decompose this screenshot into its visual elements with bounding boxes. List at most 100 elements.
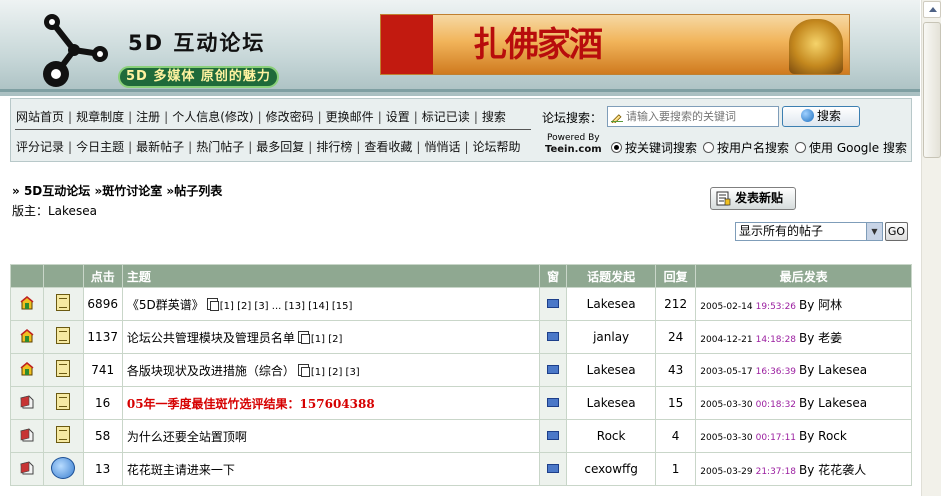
nav-link-help[interactable]: 论坛帮助 xyxy=(473,140,521,154)
window-cell xyxy=(539,419,568,453)
mood-cell xyxy=(43,419,84,453)
scroll-up-icon[interactable] xyxy=(923,1,941,18)
topic-title-link[interactable]: 《5D群英谱》 xyxy=(127,298,204,312)
nav-row-primary: 网站首页 | 规章制度 | 注册 | 个人信息(修改) | 修改密码 | 更换邮件 | 设置 | 标记已读 |… xyxy=(16,110,506,124)
banner-lion-graphic xyxy=(789,19,843,74)
search-label: 论坛搜索： xyxy=(542,111,603,125)
author-name[interactable]: cexowffg xyxy=(584,462,638,476)
go-button[interactable]: GO xyxy=(885,222,908,241)
nav-link-search[interactable]: 搜索 xyxy=(482,110,506,124)
window-cell xyxy=(539,320,568,354)
status-cell xyxy=(9,452,45,486)
last-post-time: 00:17:11 xyxy=(755,433,797,443)
chevron-down-icon[interactable]: ▼ xyxy=(866,223,882,240)
table-row: 16 05年一季度最佳斑竹选评结果：157604388 Lakesea 15 2005-… xyxy=(9,386,912,420)
note-mood-icon xyxy=(56,426,71,443)
hot-topic-icon xyxy=(20,361,34,375)
last-post-author[interactable]: By Rock xyxy=(799,429,847,443)
page-links[interactable]: [1] [2] [3] xyxy=(309,367,360,378)
topic-title-link[interactable]: 花花斑主请进来一下 xyxy=(127,463,235,477)
nav-link-mark-read[interactable]: 标记已读 xyxy=(422,110,470,124)
nav-link-ranking[interactable]: 排行榜 xyxy=(316,140,352,154)
header-mood xyxy=(43,264,84,288)
nav-link-settings[interactable]: 设置 xyxy=(386,110,410,124)
replies-cell: 43 xyxy=(654,353,697,387)
new-post-label: 发表新贴 xyxy=(735,191,784,205)
nav-link-change-email[interactable]: 更换邮件 xyxy=(326,110,374,124)
window-cell xyxy=(539,353,568,387)
nav-link-profile[interactable]: 个人信息(修改) xyxy=(172,110,253,124)
banner-text: 扎佛家酒 xyxy=(473,25,603,65)
nav-link-favorites[interactable]: 查看收藏 xyxy=(364,140,412,154)
page-links[interactable]: [1] [2] [3] ... [13] [14] [15] xyxy=(218,301,353,312)
new-window-icon[interactable] xyxy=(547,332,560,341)
last-post-author[interactable]: By Lakesea xyxy=(799,363,867,377)
header-views: 点击 xyxy=(82,264,123,288)
new-window-icon[interactable] xyxy=(547,398,560,407)
radio-search-by-keyword[interactable]: 按关键词搜索 xyxy=(611,139,697,156)
topic-title-link[interactable]: 05年一季度最佳斑竹选评结果：157604388 xyxy=(127,397,375,411)
new-window-icon[interactable] xyxy=(547,464,560,473)
status-cell xyxy=(9,320,45,354)
pencil-icon xyxy=(611,114,623,123)
nav-link-private-messages[interactable]: 悄悄话 xyxy=(424,140,460,154)
nav-link-hot-posts[interactable]: 热门帖子 xyxy=(196,140,244,154)
page-links[interactable]: [1] [2] xyxy=(309,334,343,345)
table-row: 58 为什么还要全站置顶啊 Rock 4 2005-03-30 00:17:11 By Ro… xyxy=(9,419,912,453)
last-post-author[interactable]: By Lakesea xyxy=(799,396,867,410)
last-post-cell: 2003-05-17 16:36:39 By Lakesea xyxy=(695,353,912,387)
nav-link-home[interactable]: 网站首页 xyxy=(16,110,64,124)
powered-by-text: Powered By xyxy=(547,133,600,143)
new-window-icon[interactable] xyxy=(547,299,560,308)
nav-link-latest-posts[interactable]: 最新帖子 xyxy=(136,140,184,154)
topic-title-link[interactable]: 各版块现状及改进措施（综合） xyxy=(127,364,295,378)
nav-link-register[interactable]: 注册 xyxy=(136,110,160,124)
last-post-author[interactable]: By 老姜 xyxy=(799,331,842,345)
window-cell xyxy=(539,287,568,321)
nav-link-today-topics[interactable]: 今日主题 xyxy=(76,140,124,154)
nav-link-most-replies[interactable]: 最多回复 xyxy=(256,140,304,154)
nav-bar: 网站首页 | 规章制度 | 注册 | 个人信息(修改) | 修改密码 | 更换邮件 | 设置 | 标记已读 |… xyxy=(10,98,912,162)
last-post-author[interactable]: By 花花袭人 xyxy=(799,463,866,477)
radio-selected-icon xyxy=(611,142,622,153)
author-name[interactable]: Lakesea xyxy=(587,363,636,377)
breadcrumb-board[interactable]: 斑竹讨论室 xyxy=(102,184,162,198)
mood-cell xyxy=(43,287,84,321)
nav-link-rules[interactable]: 规章制度 xyxy=(76,110,124,124)
window-cell xyxy=(539,452,568,486)
search-button[interactable]: 搜索 xyxy=(782,106,860,127)
powered-by[interactable]: Powered By Teein.com xyxy=(545,133,602,155)
advertisement-banner[interactable]: 扎佛家酒 xyxy=(380,14,850,75)
author-name[interactable]: Lakesea xyxy=(587,297,636,311)
new-window-icon[interactable] xyxy=(547,365,560,374)
last-post-author[interactable]: By 阿林 xyxy=(799,298,842,312)
breadcrumb-forum-home[interactable]: 5D互动论坛 xyxy=(24,184,90,198)
breadcrumb: » 5D互动论坛 »斑竹讨论室 »帖子列表 xyxy=(12,182,222,199)
site-title: 5D 互动论坛 xyxy=(128,31,266,55)
new-post-button[interactable]: 发表新贴 xyxy=(710,187,796,210)
author-cell: Lakesea xyxy=(566,386,656,420)
normal-topic-icon xyxy=(20,394,34,408)
radio-search-google[interactable]: 使用 Google 搜索 xyxy=(795,139,907,156)
author-name[interactable]: Rock xyxy=(597,429,626,443)
vertical-scrollbar[interactable] xyxy=(921,0,941,496)
author-name[interactable]: Lakesea xyxy=(587,396,636,410)
normal-topic-icon xyxy=(20,460,34,474)
nav-link-change-password[interactable]: 修改密码 xyxy=(266,110,314,124)
author-name[interactable]: janlay xyxy=(593,330,629,344)
threads-table: 点击 主题 窗 话题发起 回复 最后发表 6896 《5D群英谱》 [1] [2] … xyxy=(9,264,912,486)
replies-cell: 15 xyxy=(654,386,697,420)
topic-title-link[interactable]: 论坛公共管理模块及管理员名单 xyxy=(127,331,295,345)
author-cell: Rock xyxy=(566,419,656,453)
scroll-thumb[interactable] xyxy=(923,22,941,158)
topic-filter-select[interactable]: 显示所有的帖子 ▼ xyxy=(735,222,883,241)
new-window-icon[interactable] xyxy=(547,431,560,440)
search-input[interactable] xyxy=(607,106,779,127)
logo-molecule-icon[interactable] xyxy=(34,8,116,90)
radio-search-by-username[interactable]: 按用户名搜索 xyxy=(703,139,789,156)
banner-lantern-graphic xyxy=(381,15,433,74)
views-cell: 58 xyxy=(82,419,123,453)
topic-title-link[interactable]: 为什么还要全站置顶啊 xyxy=(127,430,247,444)
nav-link-rating-log[interactable]: 评分记录 xyxy=(16,140,64,154)
radio-label: 使用 Google 搜索 xyxy=(809,141,907,155)
